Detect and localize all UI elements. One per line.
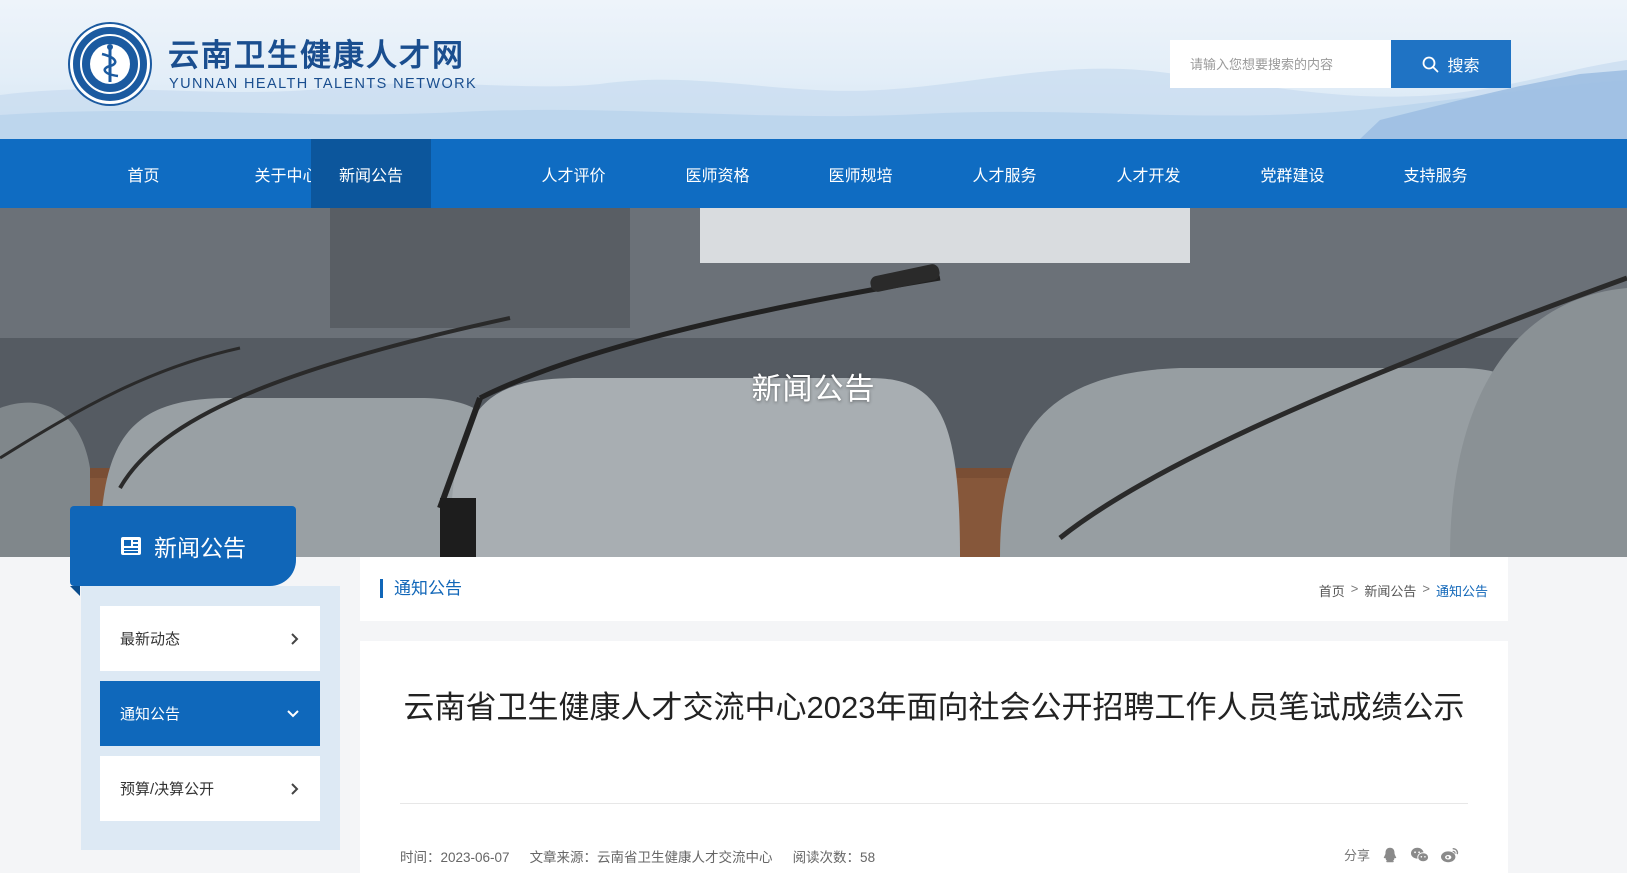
qq-icon[interactable]: [1380, 846, 1400, 864]
article-meta: 时间：2023-06-07 文章来源：云南省卫生健康人才交流中心 阅读次数：58: [400, 846, 875, 866]
wechat-icon[interactable]: [1410, 846, 1430, 864]
breadcrumb-home[interactable]: 首页: [1319, 581, 1345, 600]
site-logo-seal[interactable]: [70, 24, 150, 104]
banner-title: 新闻公告: [751, 373, 876, 406]
sidebar-item-label: 预算/决算公开: [120, 781, 215, 798]
newspaper-icon: [121, 537, 141, 555]
sidebar-item-latest-news[interactable]: 最新动态: [100, 606, 320, 671]
nav-item-party-building[interactable]: 党群建设: [1235, 139, 1350, 208]
site-name-en: YUNNAN HEALTH TALENTS NETWORK: [169, 76, 478, 92]
share-bar: 分享: [1344, 845, 1460, 864]
caduceus-icon: [101, 44, 119, 82]
section-title: 通知公告: [380, 579, 462, 598]
weibo-icon[interactable]: [1440, 846, 1460, 864]
search-input[interactable]: [1170, 40, 1391, 88]
article-title: 云南省卫生健康人才交流中心2023年面向社会公开招聘工作人员笔试成绩公示: [403, 690, 1465, 725]
nav-item-talent-development[interactable]: 人才开发: [1091, 139, 1206, 208]
main-nav: 首页 关于中心 新闻公告 人才评价 医师资格 医师规培 人才服务 人才开发 党群…: [0, 139, 1627, 208]
article-views: 阅读次数：58: [792, 850, 876, 865]
sidebar-item-notices[interactable]: 通知公告: [100, 681, 320, 746]
article-divider: [400, 803, 1468, 804]
nav-item-support-service[interactable]: 支持服务: [1378, 139, 1493, 208]
search-button[interactable]: 搜索: [1391, 40, 1511, 88]
share-label: 分享: [1343, 848, 1370, 863]
breadcrumb: 首页 > 新闻公告 > 通知公告: [1319, 581, 1488, 600]
sidebar-title: 新闻公告: [154, 535, 246, 561]
sidebar-header: 新闻公告: [70, 506, 296, 586]
search-button-label: 搜索: [1447, 58, 1480, 75]
chevron-right-icon: [291, 632, 299, 645]
breadcrumb-separator: >: [1350, 581, 1359, 596]
breadcrumb-current[interactable]: 通知公告: [1436, 581, 1488, 600]
site-header: 云南卫生健康人才网 YUNNAN HEALTH TALENTS NETWORK …: [0, 0, 1627, 139]
article-card: 云南省卫生健康人才交流中心2023年面向社会公开招聘工作人员笔试成绩公示 时间：…: [360, 641, 1508, 873]
nav-item-home[interactable]: 首页: [86, 139, 201, 208]
nav-item-news[interactable]: 新闻公告: [311, 139, 431, 208]
chevron-down-icon: [287, 709, 299, 717]
breadcrumb-separator: >: [1422, 581, 1430, 596]
article-time: 时间：2023-06-07: [400, 850, 510, 865]
sidebar-head-fold: [70, 586, 80, 596]
nav-item-talent-evaluation[interactable]: 人才评价: [516, 139, 631, 208]
site-name-cn[interactable]: 云南卫生健康人才网: [168, 30, 465, 75]
sidebar-item-budget[interactable]: 预算/决算公开: [100, 756, 320, 821]
page-banner: 新闻公告: [0, 208, 1627, 557]
sidebar-item-label: 通知公告: [120, 706, 181, 723]
nav-item-physician-training[interactable]: 医师规培: [803, 139, 918, 208]
nav-item-talent-service[interactable]: 人才服务: [947, 139, 1062, 208]
article-source: 文章来源：云南省卫生健康人才交流中心: [529, 850, 773, 865]
sidebar-item-label: 最新动态: [120, 631, 181, 648]
breadcrumb-bar: 通知公告 首页 > 新闻公告 > 通知公告: [360, 557, 1508, 621]
nav-item-physician-qualification[interactable]: 医师资格: [660, 139, 775, 208]
breadcrumb-news[interactable]: 新闻公告: [1364, 581, 1416, 600]
chevron-right-icon: [291, 782, 299, 795]
search-icon: [1423, 56, 1439, 72]
